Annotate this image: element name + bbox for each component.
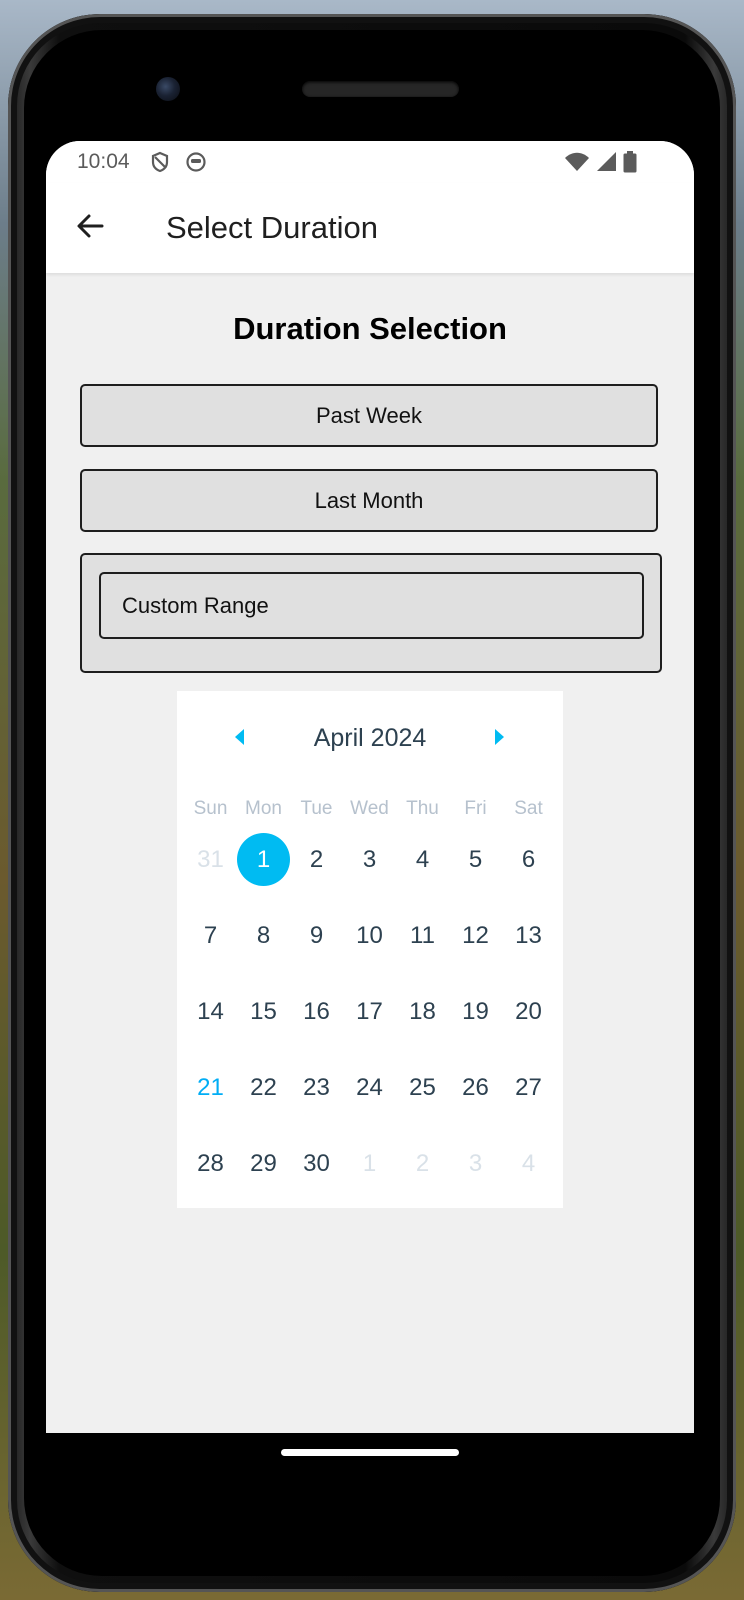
caret-right-icon <box>494 728 506 751</box>
weekday-label: Sun <box>193 798 228 819</box>
calendar-day-selected[interactable]: 1 <box>237 833 290 886</box>
calendar-day[interactable]: 26 <box>449 1061 502 1114</box>
earpiece-speaker <box>302 81 459 97</box>
calendar-day[interactable]: 4 <box>396 833 449 886</box>
robot-face-icon <box>185 151 207 173</box>
calendar-day[interactable]: 14 <box>184 985 237 1038</box>
calendar-day[interactable]: 3 <box>449 1137 502 1190</box>
page-title: Select Duration <box>166 210 378 245</box>
calendar-day[interactable]: 3 <box>343 833 396 886</box>
custom-range-container: Custom Range <box>80 553 662 673</box>
back-button[interactable] <box>66 204 114 252</box>
front-camera <box>156 77 180 101</box>
calendar-day[interactable]: 12 <box>449 909 502 962</box>
calendar-day[interactable]: 16 <box>290 985 343 1038</box>
calendar-day[interactable]: 11 <box>396 909 449 962</box>
calendar: April 2024 Sun Mon Tue Wed Thu Fri Sat 31 1 2 3 4 5… <box>177 691 563 1208</box>
app-screen: 10:04 Select Duration Duration Selection… <box>46 141 694 1433</box>
calendar-day[interactable]: 22 <box>237 1061 290 1114</box>
custom-range-input[interactable]: Custom Range <box>99 572 644 639</box>
arrow-left-icon <box>75 211 105 246</box>
calendar-day[interactable]: 15 <box>237 985 290 1038</box>
last-month-button[interactable]: Last Month <box>80 469 658 532</box>
calendar-day[interactable]: 5 <box>449 833 502 886</box>
status-bar: 10:04 <box>46 141 694 183</box>
calendar-day[interactable]: 6 <box>502 833 555 886</box>
calendar-day[interactable]: 23 <box>290 1061 343 1114</box>
calendar-day-today[interactable]: 21 <box>184 1061 237 1114</box>
app-bar: Select Duration <box>46 183 694 273</box>
calendar-day[interactable]: 28 <box>184 1137 237 1190</box>
cellular-signal-icon <box>595 151 617 173</box>
battery-icon <box>622 151 638 173</box>
calendar-day[interactable]: 20 <box>502 985 555 1038</box>
calendar-day[interactable]: 18 <box>396 985 449 1038</box>
calendar-day[interactable]: 7 <box>184 909 237 962</box>
past-week-button[interactable]: Past Week <box>80 384 658 447</box>
weekday-label: Sat <box>514 798 543 819</box>
calendar-day[interactable]: 29 <box>237 1137 290 1190</box>
calendar-day[interactable]: 9 <box>290 909 343 962</box>
calendar-day[interactable]: 31 <box>184 833 237 886</box>
shield-icon <box>149 151 171 173</box>
calendar-day[interactable]: 17 <box>343 985 396 1038</box>
calendar-day[interactable]: 24 <box>343 1061 396 1114</box>
next-month-button[interactable] <box>480 721 520 757</box>
duration-selection-heading: Duration Selection <box>233 311 507 346</box>
calendar-day[interactable]: 1 <box>343 1137 396 1190</box>
wifi-icon <box>564 151 590 173</box>
calendar-day[interactable]: 19 <box>449 985 502 1038</box>
weekday-label: Tue <box>300 798 333 819</box>
home-indicator[interactable] <box>281 1449 459 1456</box>
calendar-header: April 2024 <box>177 719 563 759</box>
weekday-label: Mon <box>245 798 282 819</box>
weekday-label: Fri <box>464 798 487 819</box>
calendar-day[interactable]: 8 <box>237 909 290 962</box>
calendar-day[interactable]: 30 <box>290 1137 343 1190</box>
weekday-label: Thu <box>406 798 439 819</box>
calendar-day[interactable]: 4 <box>502 1137 555 1190</box>
calendar-day[interactable]: 27 <box>502 1061 555 1114</box>
calendar-day[interactable]: 13 <box>502 909 555 962</box>
status-time: 10:04 <box>77 150 130 173</box>
calendar-day[interactable]: 2 <box>396 1137 449 1190</box>
calendar-day[interactable]: 2 <box>290 833 343 886</box>
calendar-day[interactable]: 25 <box>396 1061 449 1114</box>
calendar-day[interactable]: 10 <box>343 909 396 962</box>
weekday-label: Wed <box>350 798 389 819</box>
